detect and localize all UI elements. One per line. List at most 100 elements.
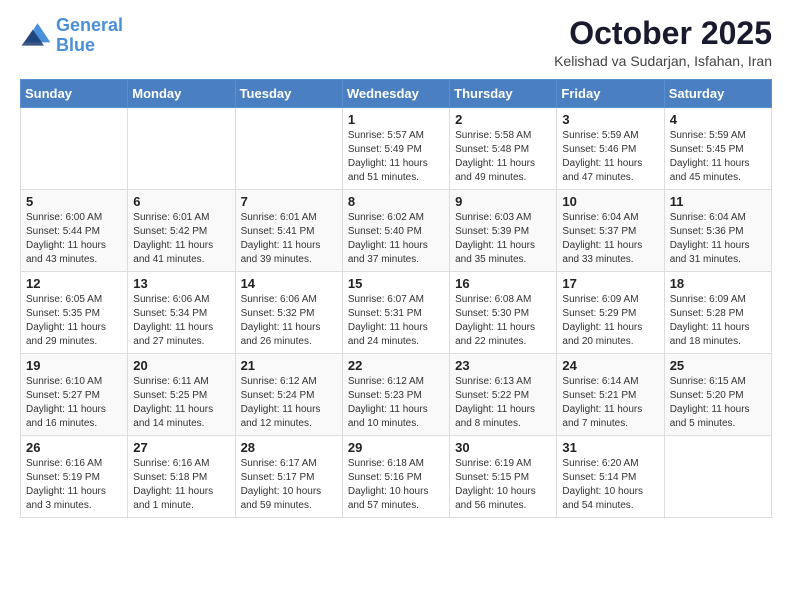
day-info: Sunrise: 6:12 AM Sunset: 5:23 PM Dayligh… <box>348 375 444 431</box>
day-number: 9 <box>455 194 551 209</box>
col-sunday: Sunday <box>21 80 128 108</box>
calendar-cell: 14Sunrise: 6:06 AM Sunset: 5:32 PM Dayli… <box>235 272 342 354</box>
logo-icon <box>20 20 52 52</box>
day-info: Sunrise: 6:10 AM Sunset: 5:27 PM Dayligh… <box>26 375 122 431</box>
calendar-cell <box>235 108 342 190</box>
day-number: 26 <box>26 440 122 455</box>
calendar-cell: 3 Sunrise: 5:59 AM Sunset: 5:46 PM Daylig… <box>557 108 664 190</box>
day-info: Sunrise: 6:18 AM Sunset: 5:16 PM Dayligh… <box>348 457 444 513</box>
calendar-cell: 15 Sunrise: 6:07 AM Sunset: 5:31 PM Dayli… <box>342 272 449 354</box>
day-number: 12 <box>26 276 122 291</box>
header: General Blue October 2025 Kelishad va Su… <box>20 16 772 69</box>
calendar-cell: 24 Sunrise: 6:14 AM Sunset: 5:21 PM Dayli… <box>557 354 664 436</box>
col-wednesday: Wednesday <box>342 80 449 108</box>
day-info: Sunrise: 5:58 AM Sunset: 5:48 PM Dayligh… <box>455 129 551 185</box>
day-info: Sunrise: 6:01 AM Sunset: 5:41 PM Dayligh… <box>241 211 337 267</box>
col-thursday: Thursday <box>450 80 557 108</box>
calendar-cell <box>21 108 128 190</box>
day-number: 24 <box>562 358 658 373</box>
day-info: Sunrise: 6:11 AM Sunset: 5:25 PM Dayligh… <box>133 375 229 431</box>
day-number: 1 <box>348 112 444 127</box>
page: General Blue October 2025 Kelishad va Su… <box>0 0 792 538</box>
day-number: 8 <box>348 194 444 209</box>
calendar-cell: 28Sunrise: 6:17 AM Sunset: 5:17 PM Dayli… <box>235 436 342 518</box>
day-info: Sunrise: 5:59 AM Sunset: 5:46 PM Dayligh… <box>562 129 658 185</box>
day-number: 10 <box>562 194 658 209</box>
day-number: 27 <box>133 440 229 455</box>
day-info: Sunrise: 5:57 AM Sunset: 5:49 PM Dayligh… <box>348 129 444 185</box>
logo-line1: General <box>56 15 123 35</box>
day-info: Sunrise: 6:14 AM Sunset: 5:21 PM Dayligh… <box>562 375 658 431</box>
day-number: 31 <box>562 440 658 455</box>
calendar-cell: 25 Sunrise: 6:15 AM Sunset: 5:20 PM Dayli… <box>664 354 771 436</box>
day-info: Sunrise: 5:59 AM Sunset: 5:45 PM Dayligh… <box>670 129 766 185</box>
day-number: 23 <box>455 358 551 373</box>
calendar-cell: 13 Sunrise: 6:06 AM Sunset: 5:34 PM Dayli… <box>128 272 235 354</box>
day-info: Sunrise: 6:03 AM Sunset: 5:39 PM Dayligh… <box>455 211 551 267</box>
day-info: Sunrise: 6:07 AM Sunset: 5:31 PM Dayligh… <box>348 293 444 349</box>
calendar-week-4: 19Sunrise: 6:10 AM Sunset: 5:27 PM Dayli… <box>21 354 772 436</box>
day-info: Sunrise: 6:16 AM Sunset: 5:19 PM Dayligh… <box>26 457 122 513</box>
month-title: October 2025 <box>554 16 772 51</box>
day-number: 5 <box>26 194 122 209</box>
calendar-cell: 26 Sunrise: 6:16 AM Sunset: 5:19 PM Dayli… <box>21 436 128 518</box>
day-number: 7 <box>241 194 337 209</box>
col-friday: Friday <box>557 80 664 108</box>
calendar-cell: 8 Sunrise: 6:02 AM Sunset: 5:40 PM Daylig… <box>342 190 449 272</box>
calendar-cell: 31Sunrise: 6:20 AM Sunset: 5:14 PM Dayli… <box>557 436 664 518</box>
logo-line2: Blue <box>56 35 95 55</box>
calendar-cell: 17 Sunrise: 6:09 AM Sunset: 5:29 PM Dayli… <box>557 272 664 354</box>
day-info: Sunrise: 6:00 AM Sunset: 5:44 PM Dayligh… <box>26 211 122 267</box>
calendar-week-3: 12 Sunrise: 6:05 AM Sunset: 5:35 PM Dayli… <box>21 272 772 354</box>
calendar-week-1: 1 Sunrise: 5:57 AM Sunset: 5:49 PM Daylig… <box>21 108 772 190</box>
location-subtitle: Kelishad va Sudarjan, Isfahan, Iran <box>554 53 772 69</box>
logo: General Blue <box>20 16 123 56</box>
day-info: Sunrise: 6:15 AM Sunset: 5:20 PM Dayligh… <box>670 375 766 431</box>
calendar-cell: 4Sunrise: 5:59 AM Sunset: 5:45 PM Daylig… <box>664 108 771 190</box>
day-number: 6 <box>133 194 229 209</box>
calendar-cell: 10Sunrise: 6:04 AM Sunset: 5:37 PM Dayli… <box>557 190 664 272</box>
calendar-cell: 23 Sunrise: 6:13 AM Sunset: 5:22 PM Dayli… <box>450 354 557 436</box>
day-number: 3 <box>562 112 658 127</box>
col-tuesday: Tuesday <box>235 80 342 108</box>
day-number: 16 <box>455 276 551 291</box>
day-number: 18 <box>670 276 766 291</box>
day-number: 29 <box>348 440 444 455</box>
calendar-cell: 1 Sunrise: 5:57 AM Sunset: 5:49 PM Daylig… <box>342 108 449 190</box>
day-info: Sunrise: 6:16 AM Sunset: 5:18 PM Dayligh… <box>133 457 229 513</box>
day-number: 2 <box>455 112 551 127</box>
day-number: 20 <box>133 358 229 373</box>
day-info: Sunrise: 6:19 AM Sunset: 5:15 PM Dayligh… <box>455 457 551 513</box>
day-number: 15 <box>348 276 444 291</box>
calendar-header-row: Sunday Monday Tuesday Wednesday Thursday… <box>21 80 772 108</box>
day-info: Sunrise: 6:13 AM Sunset: 5:22 PM Dayligh… <box>455 375 551 431</box>
calendar-cell <box>664 436 771 518</box>
day-info: Sunrise: 6:09 AM Sunset: 5:28 PM Dayligh… <box>670 293 766 349</box>
day-number: 13 <box>133 276 229 291</box>
day-number: 14 <box>241 276 337 291</box>
calendar-cell: 2 Sunrise: 5:58 AM Sunset: 5:48 PM Daylig… <box>450 108 557 190</box>
calendar-week-2: 5 Sunrise: 6:00 AM Sunset: 5:44 PM Daylig… <box>21 190 772 272</box>
day-info: Sunrise: 6:09 AM Sunset: 5:29 PM Dayligh… <box>562 293 658 349</box>
day-info: Sunrise: 6:05 AM Sunset: 5:35 PM Dayligh… <box>26 293 122 349</box>
day-info: Sunrise: 6:06 AM Sunset: 5:34 PM Dayligh… <box>133 293 229 349</box>
calendar-cell: 9 Sunrise: 6:03 AM Sunset: 5:39 PM Daylig… <box>450 190 557 272</box>
calendar-cell: 29 Sunrise: 6:18 AM Sunset: 5:16 PM Dayli… <box>342 436 449 518</box>
calendar-week-5: 26 Sunrise: 6:16 AM Sunset: 5:19 PM Dayli… <box>21 436 772 518</box>
day-number: 25 <box>670 358 766 373</box>
calendar-cell: 5 Sunrise: 6:00 AM Sunset: 5:44 PM Daylig… <box>21 190 128 272</box>
calendar-cell: 18 Sunrise: 6:09 AM Sunset: 5:28 PM Dayli… <box>664 272 771 354</box>
day-number: 17 <box>562 276 658 291</box>
calendar-table: Sunday Monday Tuesday Wednesday Thursday… <box>20 79 772 518</box>
calendar-cell: 16 Sunrise: 6:08 AM Sunset: 5:30 PM Dayli… <box>450 272 557 354</box>
day-number: 11 <box>670 194 766 209</box>
calendar-cell: 7 Sunrise: 6:01 AM Sunset: 5:41 PM Daylig… <box>235 190 342 272</box>
day-info: Sunrise: 6:02 AM Sunset: 5:40 PM Dayligh… <box>348 211 444 267</box>
day-info: Sunrise: 6:17 AM Sunset: 5:17 PM Dayligh… <box>241 457 337 513</box>
title-block: October 2025 Kelishad va Sudarjan, Isfah… <box>554 16 772 69</box>
calendar-cell <box>128 108 235 190</box>
calendar-cell: 27 Sunrise: 6:16 AM Sunset: 5:18 PM Dayli… <box>128 436 235 518</box>
day-info: Sunrise: 6:08 AM Sunset: 5:30 PM Dayligh… <box>455 293 551 349</box>
calendar-cell: 12 Sunrise: 6:05 AM Sunset: 5:35 PM Dayli… <box>21 272 128 354</box>
day-number: 30 <box>455 440 551 455</box>
